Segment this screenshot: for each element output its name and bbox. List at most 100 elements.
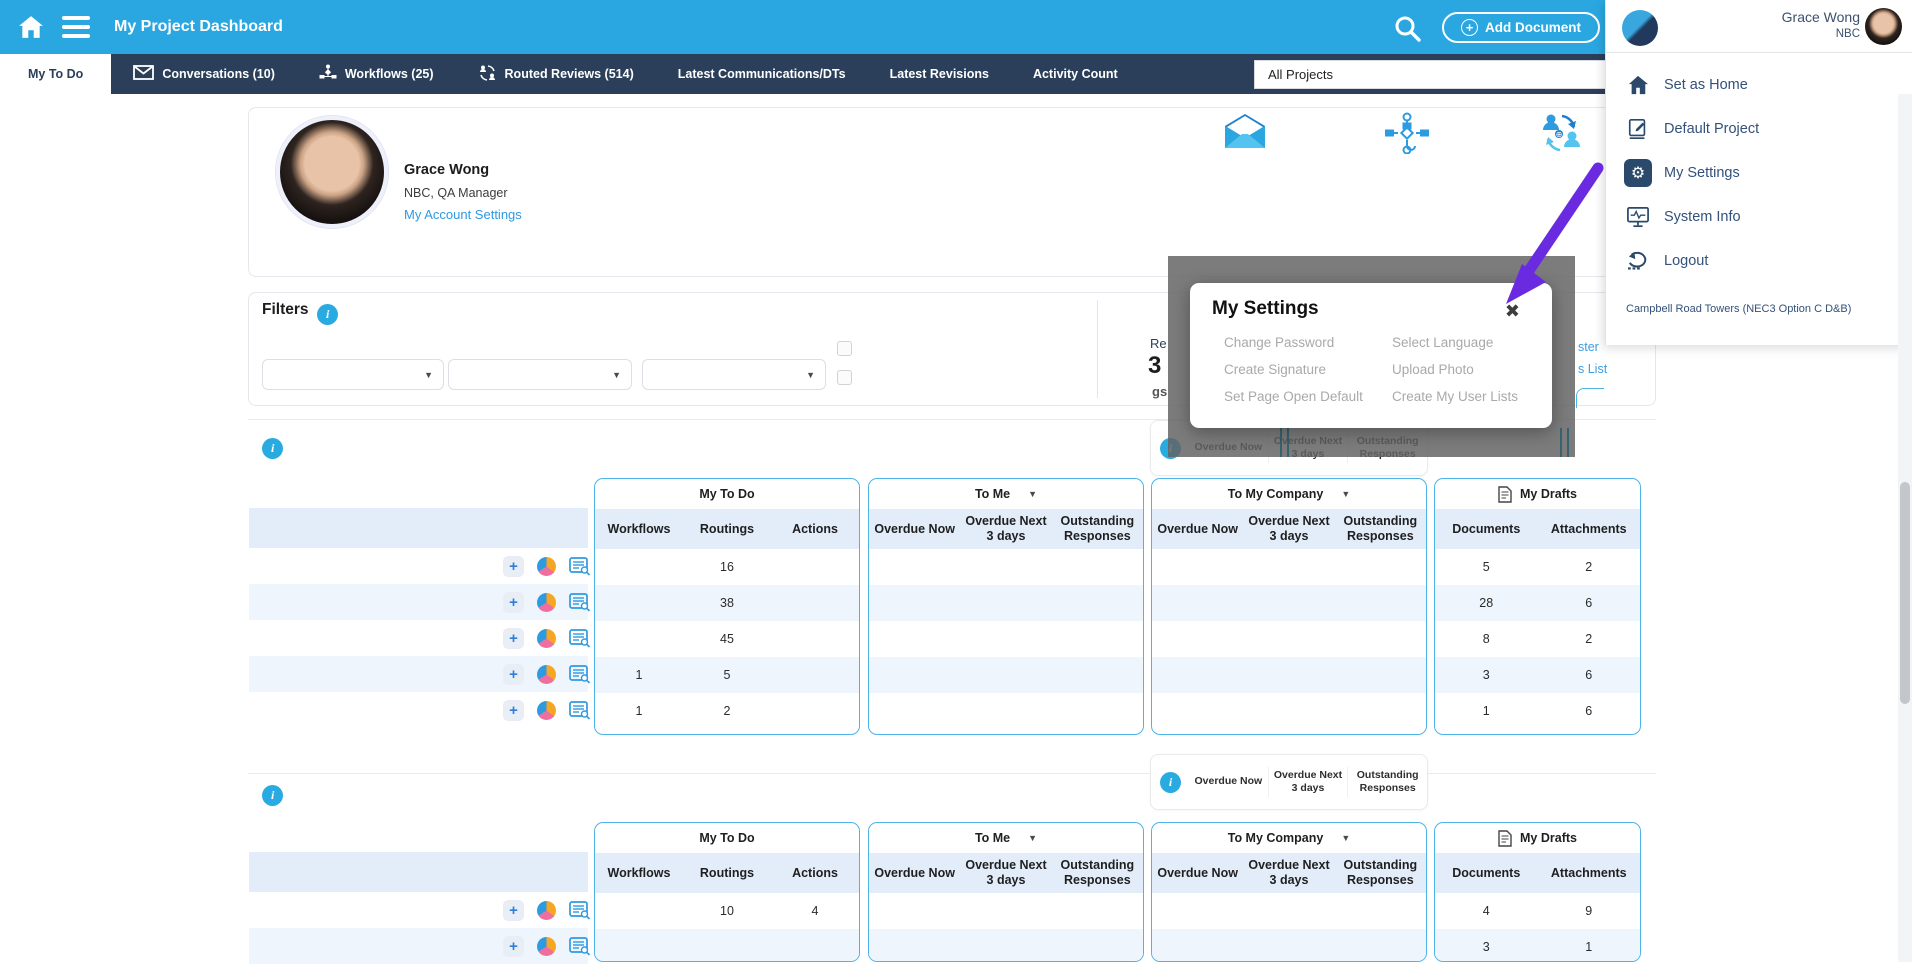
scrollbar-track[interactable] bbox=[1898, 94, 1912, 962]
add-icon[interactable]: + bbox=[503, 592, 524, 613]
add-icon[interactable]: + bbox=[503, 664, 524, 685]
cell-value: 2 bbox=[1538, 632, 1641, 646]
tab-activity-count[interactable]: Activity Count bbox=[1011, 54, 1140, 94]
hamburger-menu-icon[interactable] bbox=[62, 16, 90, 38]
user-menu-panel: Grace Wong NBC Set as HomeDefault Projec… bbox=[1605, 0, 1912, 345]
popup-link-change-password[interactable]: Change Password bbox=[1224, 335, 1392, 350]
menu-item-default-project[interactable]: Default Project bbox=[1606, 110, 1912, 148]
project-filter-select[interactable]: All Projects bbox=[1254, 60, 1606, 89]
process-register-row: + bbox=[249, 892, 588, 928]
cell-value: 10 bbox=[683, 904, 771, 918]
doc-search-icon[interactable] bbox=[569, 901, 591, 920]
table-row bbox=[1152, 585, 1426, 621]
profile-name: Grace Wong bbox=[404, 162, 489, 178]
add-icon[interactable]: + bbox=[503, 900, 524, 921]
group-title[interactable]: To Me▼ bbox=[869, 479, 1143, 509]
pie-chart-icon[interactable] bbox=[537, 629, 556, 648]
tab-routed-reviews-514[interactable]: Routed Reviews (514) bbox=[456, 54, 656, 94]
info-icon[interactable]: i bbox=[262, 785, 283, 806]
doc-search-icon[interactable] bbox=[569, 937, 591, 956]
doc-search-icon[interactable] bbox=[569, 557, 591, 576]
doc-search-icon[interactable] bbox=[569, 701, 591, 720]
menu-item-set-as-home[interactable]: Set as Home bbox=[1606, 66, 1912, 104]
hidden-register-fragment: Re bbox=[1150, 336, 1167, 351]
cell-value: 28 bbox=[1435, 596, 1538, 610]
filters-divider bbox=[1097, 300, 1098, 398]
chevron-down-icon: ▼ bbox=[1341, 489, 1350, 499]
process-register-row: + bbox=[249, 584, 588, 620]
popup-link-create-signature[interactable]: Create Signature bbox=[1224, 362, 1392, 377]
filter-checkbox-row bbox=[837, 370, 861, 385]
filter-checkbox-row bbox=[837, 341, 861, 356]
chevron-down-icon: ▼ bbox=[1028, 489, 1037, 499]
table-row: 16 bbox=[1435, 693, 1640, 729]
add-document-button[interactable]: + Add Document bbox=[1442, 12, 1600, 43]
tab-conversations-10[interactable]: Conversations (10) bbox=[111, 54, 297, 94]
table-row bbox=[869, 585, 1143, 621]
close-icon[interactable]: ✖ bbox=[1505, 301, 1520, 322]
info-icon[interactable]: i bbox=[1160, 772, 1181, 793]
cell-value: 6 bbox=[1538, 668, 1641, 682]
doc-search-icon[interactable] bbox=[569, 629, 591, 648]
popup-link-select-language[interactable]: Select Language bbox=[1392, 335, 1524, 350]
add-icon[interactable]: + bbox=[503, 556, 524, 577]
add-icon[interactable]: + bbox=[503, 628, 524, 649]
column-header: Documents bbox=[1435, 522, 1538, 537]
menu-item-my-settings[interactable]: ⚙My Settings bbox=[1606, 154, 1912, 192]
column-header: Routings bbox=[683, 522, 771, 537]
popup-link-set-page-open-default[interactable]: Set Page Open Default bbox=[1224, 389, 1392, 404]
add-icon[interactable]: + bbox=[503, 936, 524, 957]
group-title[interactable]: To My Company▼ bbox=[1152, 823, 1426, 853]
my-account-settings-link[interactable]: My Account Settings bbox=[404, 207, 522, 222]
checkbox[interactable] bbox=[837, 370, 852, 385]
filter-select-contract-package[interactable]: ▼ bbox=[448, 359, 632, 390]
cell-value: 1 bbox=[1538, 940, 1641, 954]
popup-link-upload-photo[interactable]: Upload Photo bbox=[1392, 362, 1524, 377]
pie-chart-icon[interactable] bbox=[537, 937, 556, 956]
home-icon[interactable] bbox=[18, 14, 44, 40]
stat-conversations[interactable] bbox=[1160, 112, 1330, 164]
tab-latest-revisions[interactable]: Latest Revisions bbox=[868, 54, 1011, 94]
info-icon[interactable]: i bbox=[317, 304, 338, 325]
chevron-down-icon: ▼ bbox=[612, 370, 621, 380]
popup-link-create-my-user-lists[interactable]: Create My User Lists bbox=[1392, 389, 1524, 404]
group-title[interactable]: To Me▼ bbox=[869, 823, 1143, 853]
tab-latest-communications-dts[interactable]: Latest Communications/DTs bbox=[656, 54, 868, 94]
stat-workflows[interactable] bbox=[1322, 112, 1492, 168]
cell-value: 1 bbox=[1435, 704, 1538, 718]
cell-value: 2 bbox=[683, 704, 771, 718]
pie-chart-icon[interactable] bbox=[537, 593, 556, 612]
checkbox[interactable] bbox=[837, 341, 852, 356]
envelope-icon bbox=[133, 65, 154, 83]
group-title[interactable]: To My Company▼ bbox=[1152, 479, 1426, 509]
menu-item-system-info[interactable]: System Info bbox=[1606, 198, 1912, 236]
column-header: Attachments bbox=[1538, 866, 1641, 881]
profile-avatar[interactable] bbox=[276, 116, 388, 228]
process-register-row: + bbox=[249, 548, 588, 584]
cell-value: 6 bbox=[1538, 704, 1641, 718]
pie-chart-icon[interactable] bbox=[537, 901, 556, 920]
menu-item-logout[interactable]: Logout bbox=[1606, 242, 1912, 280]
conversations-icon bbox=[1160, 112, 1330, 155]
cell-value: 6 bbox=[1538, 596, 1641, 610]
search-icon[interactable] bbox=[1392, 13, 1422, 43]
group-title: My Drafts bbox=[1435, 479, 1640, 509]
tab-my-to-do[interactable]: My To Do bbox=[0, 54, 111, 94]
info-icon[interactable]: i bbox=[262, 438, 283, 459]
user-avatar[interactable] bbox=[1865, 8, 1902, 45]
column-header: Overdue Now bbox=[869, 522, 960, 537]
chevron-down-icon: ▼ bbox=[1028, 833, 1037, 843]
tab-workflows-25[interactable]: Workflows (25) bbox=[297, 54, 456, 94]
filter-select-discipline[interactable]: ▼ bbox=[642, 359, 826, 390]
pie-chart-icon[interactable] bbox=[537, 665, 556, 684]
add-icon[interactable]: + bbox=[503, 700, 524, 721]
filter-select-process-register[interactable]: ▼ bbox=[262, 359, 444, 390]
pie-chart-icon[interactable] bbox=[537, 557, 556, 576]
group-title: My Drafts bbox=[1435, 823, 1640, 853]
doc-search-icon[interactable] bbox=[569, 593, 591, 612]
logout-icon bbox=[1624, 247, 1652, 275]
scrollbar-thumb[interactable] bbox=[1900, 482, 1910, 704]
group-box-tocompany: To My Company▼Overdue NowOverdue Next3 d… bbox=[1151, 822, 1427, 962]
pie-chart-icon[interactable] bbox=[537, 701, 556, 720]
doc-search-icon[interactable] bbox=[569, 665, 591, 684]
